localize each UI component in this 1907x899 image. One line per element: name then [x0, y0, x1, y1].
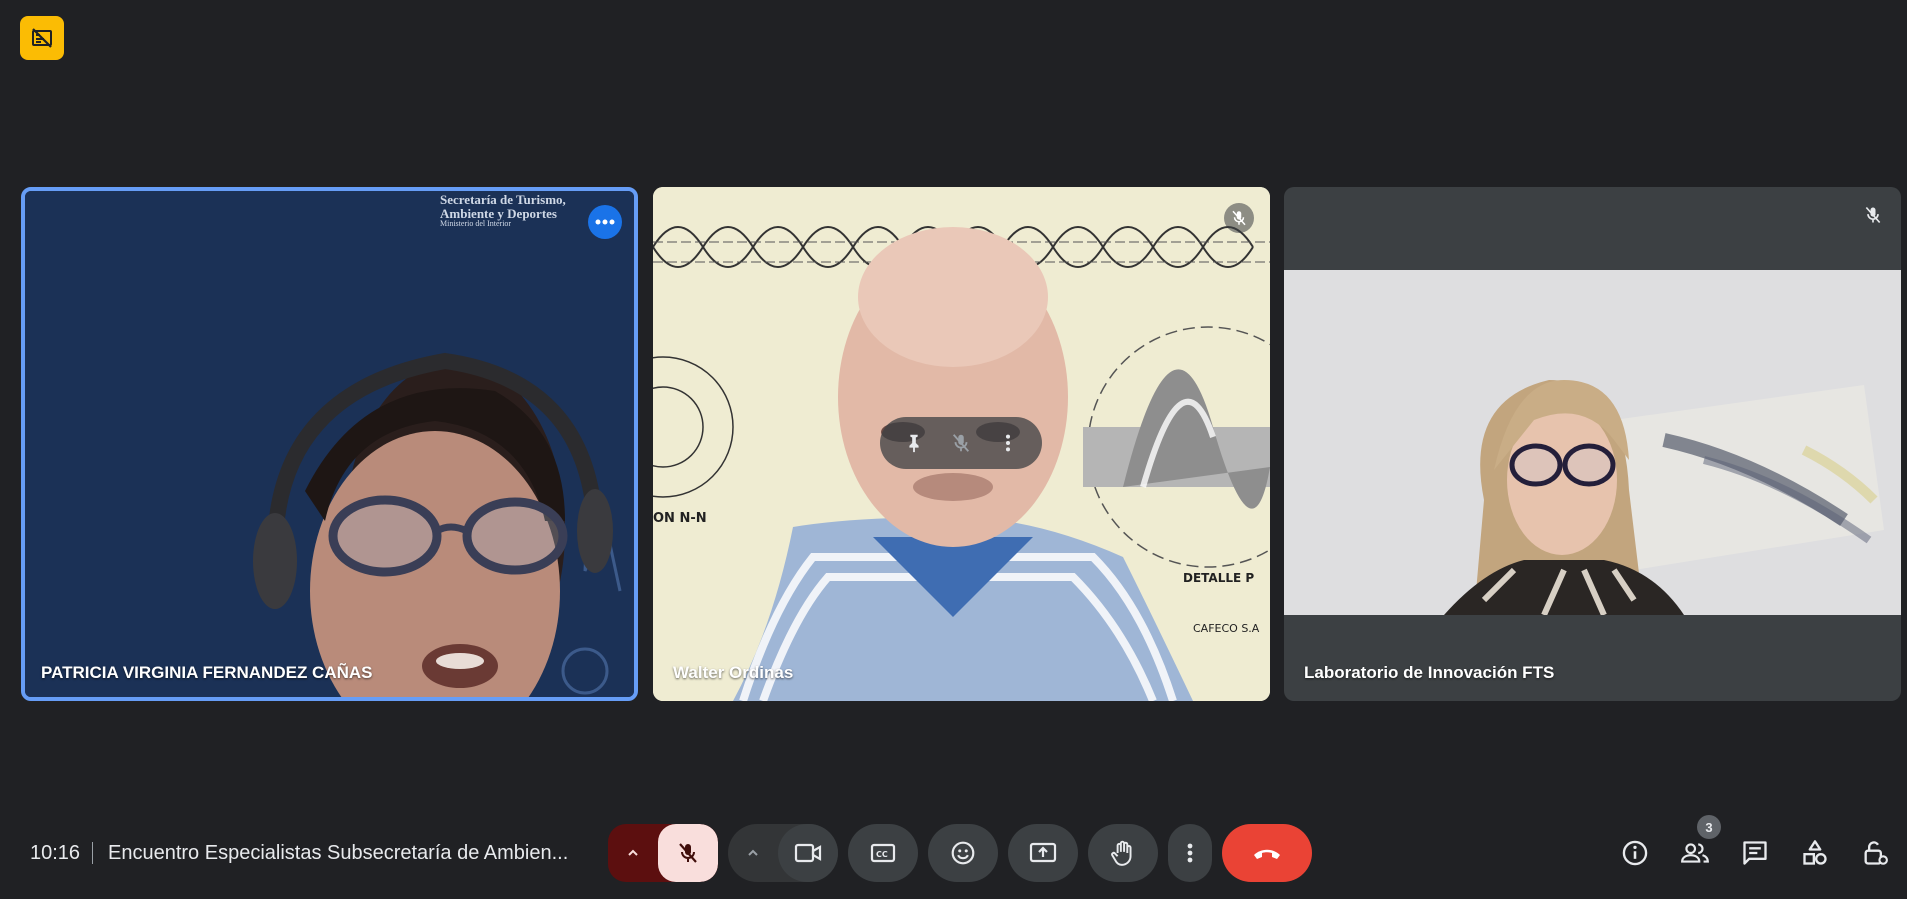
- meeting-details-button[interactable]: [1612, 830, 1658, 876]
- camera-control-group: [728, 824, 838, 882]
- tile-more-button[interactable]: [997, 432, 1019, 454]
- people-icon: [1681, 843, 1709, 863]
- raise-hand-icon: [1111, 840, 1132, 866]
- no-video-warning-icon: [32, 28, 52, 48]
- mic-off-icon: [679, 843, 697, 863]
- svg-text:CC: CC: [876, 850, 888, 859]
- host-controls-button[interactable]: [1852, 830, 1898, 876]
- raise-hand-button[interactable]: [1088, 824, 1158, 882]
- svg-text:ON N-N: ON N-N: [653, 511, 707, 526]
- microphone-toggle-button[interactable]: [658, 824, 718, 882]
- present-screen-icon: [1029, 842, 1057, 863]
- participant-name: Laboratorio de Innovación FTS: [1304, 663, 1555, 682]
- present-button[interactable]: [1008, 824, 1078, 882]
- call-end-icon: [1254, 849, 1280, 859]
- reactions-button[interactable]: [928, 824, 998, 882]
- participant-tile-patricia[interactable]: Secretaría de Turismo, Ambiente y Deport…: [21, 187, 638, 701]
- emoji-icon: [951, 841, 975, 865]
- chevron-up-icon: [748, 849, 758, 856]
- divider: [92, 842, 93, 864]
- pin-icon: [909, 434, 919, 453]
- tile-hover-controls: [880, 417, 1042, 469]
- captions-button[interactable]: CC: [848, 824, 918, 882]
- microphone-control-group: [608, 824, 718, 882]
- svg-text:CAFECO S.A: CAFECO S.A: [1193, 622, 1260, 635]
- participant-name: Walter Ordinas: [673, 663, 794, 682]
- audio-settings-button[interactable]: [608, 824, 658, 882]
- more-options-button[interactable]: [1168, 824, 1212, 882]
- more-vert-icon: [1187, 843, 1193, 863]
- participant-name: PATRICIA VIRGINIA FERNANDEZ CAÑAS: [41, 663, 373, 682]
- participant-tile-laboratorio[interactable]: Laboratorio de Innovación FTS: [1284, 187, 1901, 701]
- mic-off-icon: [1232, 210, 1246, 226]
- pin-button[interactable]: [903, 432, 925, 454]
- leave-call-button[interactable]: [1222, 824, 1312, 882]
- svg-text:DETALLE P: DETALLE P: [1183, 571, 1254, 585]
- more-vert-icon: [1006, 434, 1011, 452]
- chevron-up-icon: [628, 849, 638, 856]
- closed-captions-icon: CC: [870, 843, 896, 863]
- info-icon: [1622, 840, 1648, 866]
- mute-participant-button[interactable]: [950, 432, 972, 454]
- meeting-title: Encuentro Especialistas Subsecretaría de…: [108, 842, 569, 864]
- meeting-clock: 10:16: [30, 842, 81, 864]
- tile-mute-indicator: [1224, 203, 1254, 233]
- activities-button[interactable]: [1792, 830, 1838, 876]
- bottom-toolbar: 10:16 Encuentro Especialistas Subsecreta…: [0, 815, 1907, 886]
- chat-icon: [1743, 841, 1767, 865]
- videocam-icon: [794, 843, 822, 863]
- camera-toggle-button[interactable]: [778, 824, 838, 882]
- host-controls-icon: [1864, 841, 1888, 865]
- tile-mute-indicator: [1863, 205, 1883, 225]
- mic-off-icon: [1865, 206, 1881, 224]
- participant-video: [1284, 270, 1901, 615]
- tile-more-options-button[interactable]: [588, 205, 622, 239]
- video-settings-button[interactable]: [728, 824, 778, 882]
- participant-video: [25, 191, 634, 697]
- people-count-badge: 3: [1697, 815, 1721, 839]
- mic-off-icon: [952, 434, 970, 452]
- activities-icon: [1803, 840, 1827, 865]
- more-options-icon: [595, 219, 615, 225]
- participant-tile-walter[interactable]: ON N-N DETALLE P CAFECO S.A Walter Ordin…: [653, 187, 1270, 701]
- no-video-warning-button[interactable]: [20, 16, 64, 60]
- chat-button[interactable]: [1732, 830, 1778, 876]
